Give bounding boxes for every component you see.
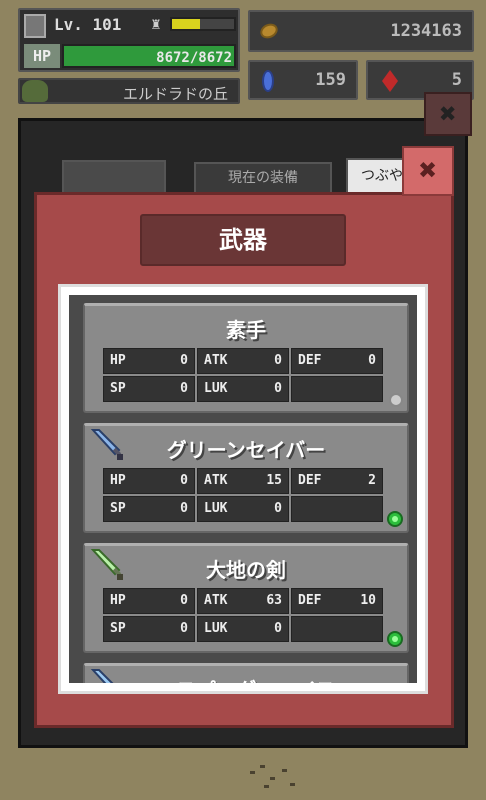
- rank-icon: ♜: [151, 14, 161, 33]
- red-gem-icon: [382, 70, 398, 92]
- stat-luk: LUK 0: [197, 616, 289, 642]
- weapon-card[interactable]: 大地の剣 HP 0 ATK 63 DEF 10 SP 0 LUK 0: [83, 543, 409, 653]
- hp-bar: 8672/8672: [62, 44, 236, 68]
- close-icon: ✖: [439, 97, 457, 130]
- player-status-panel: Lv. 101 ♜ HP 8672/8672: [18, 8, 240, 72]
- weapon-list[interactable]: 素手 HP 0 ATK 0 DEF 0 SP 0 LUK 0 グリーンセイバー HP 0 A…: [69, 295, 417, 683]
- xp-bar-fill: [172, 19, 200, 29]
- stat-luk: LUK 0: [197, 496, 289, 522]
- area-name: エルドラドの丘: [122, 85, 228, 103]
- stat-luk: LUK 0: [197, 376, 289, 402]
- stat-atk: ATK 63: [197, 588, 289, 614]
- area-monster-icon: [22, 80, 48, 102]
- weapon-stats: HP 0 ATK 15 DEF 2 SP 0 LUK 0: [103, 468, 387, 526]
- weapon-stats: HP 0 ATK 63 DEF 10 SP 0 LUK 0: [103, 588, 387, 646]
- weapon-name: グリーンセイバー: [166, 438, 326, 462]
- owned-status-icon: [387, 631, 403, 647]
- stat-hp: HP 0: [103, 468, 195, 494]
- stat-hp: HP 0: [103, 348, 195, 374]
- stat-def: DEF 2: [291, 468, 383, 494]
- area-name-panel: エルドラドの丘: [18, 78, 240, 104]
- coin-icon: [257, 20, 281, 42]
- owned-status-icon: [387, 511, 403, 527]
- stat-sp: SP 0: [103, 616, 195, 642]
- weapon-name: 大地の剣: [206, 558, 286, 582]
- blue-gem-icon: [262, 70, 274, 92]
- player-avatar: [24, 14, 46, 38]
- unowned-status-icon: [389, 393, 403, 407]
- ground-pebbles: [250, 765, 310, 795]
- stat-def: DEF 10: [291, 588, 383, 614]
- stat-atk: ATK 0: [197, 348, 289, 374]
- tab-current-equipment[interactable]: 現在の装備: [194, 162, 332, 194]
- close-icon: ✖: [418, 153, 438, 188]
- ruby-value: 5: [451, 70, 462, 90]
- stat-hp: HP 0: [103, 588, 195, 614]
- weapon-name: 素手: [226, 318, 266, 342]
- stat-sp: SP 0: [103, 496, 195, 522]
- weapon-card[interactable]: 素手 HP 0 ATK 0 DEF 0 SP 0 LUK 0: [83, 303, 409, 413]
- equipment-panel-close-button[interactable]: ✖: [424, 92, 472, 136]
- hp-label: HP: [24, 44, 60, 68]
- stat-sp: SP 0: [103, 376, 195, 402]
- gold-counter: 1234163: [248, 10, 474, 52]
- stat-empty: [291, 376, 383, 402]
- stat-atk: ATK 15: [197, 468, 289, 494]
- gem-value: 159: [315, 70, 346, 90]
- modal-title: 武器: [219, 226, 267, 254]
- xp-bar: [170, 17, 236, 31]
- weapon-stats: HP 0 ATK 0 DEF 0 SP 0 LUK 0: [103, 348, 387, 406]
- modal-title-plate: 武器: [140, 214, 346, 266]
- weapon-card[interactable]: エスパーダ・ロイス: [83, 663, 409, 683]
- weapon-name: エスパーダ・ロイス: [85, 674, 407, 683]
- stat-def: DEF 0: [291, 348, 383, 374]
- weapon-card[interactable]: グリーンセイバー HP 0 ATK 15 DEF 2 SP 0 LUK 0: [83, 423, 409, 533]
- hp-value: 8672/8672: [156, 50, 232, 66]
- modal-close-button[interactable]: ✖: [402, 146, 454, 196]
- stat-empty: [291, 496, 383, 522]
- stat-empty: [291, 616, 383, 642]
- weapon-list-frame: 素手 HP 0 ATK 0 DEF 0 SP 0 LUK 0 グリーンセイバー HP 0 A…: [58, 284, 428, 694]
- gem-counter: 159: [248, 60, 358, 100]
- player-level: Lv. 101: [54, 15, 122, 34]
- gold-value: 1234163: [390, 21, 462, 41]
